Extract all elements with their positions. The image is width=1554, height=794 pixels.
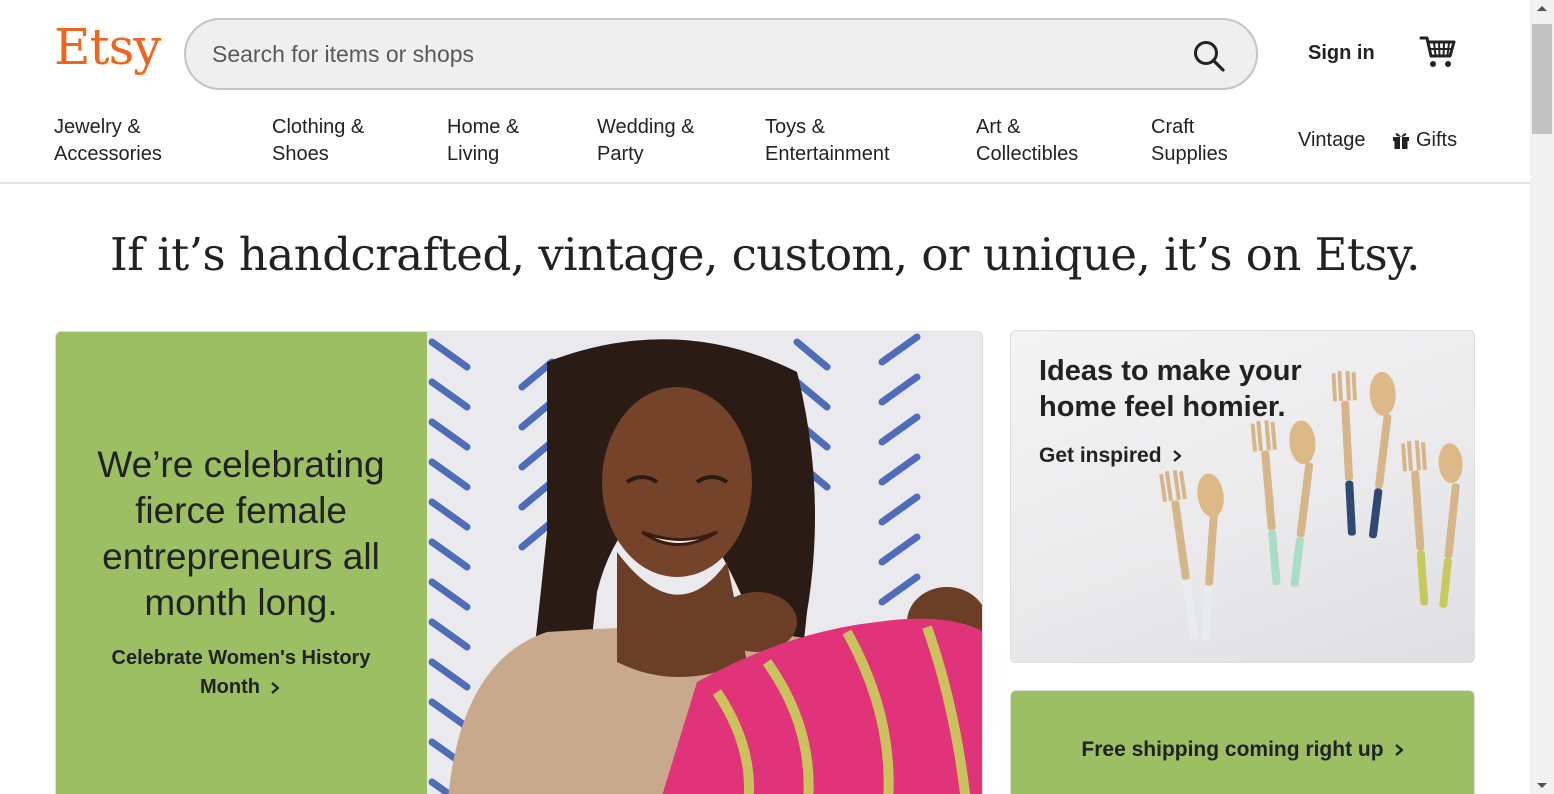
promo-photo bbox=[427, 332, 982, 794]
arrow-down-icon bbox=[1537, 783, 1547, 788]
chevron-right-icon bbox=[271, 681, 280, 694]
page: Etsy Sign in Jewelry & Accessories Cloth… bbox=[0, 0, 1530, 794]
hero-headline: If it’s handcrafted, vintage, custom, or… bbox=[110, 228, 1420, 281]
nav-art-collectibles[interactable]: Art & Collectibles bbox=[976, 114, 1078, 168]
promo-link-label: Celebrate Women's History Month bbox=[111, 647, 371, 698]
nav-wedding-party[interactable]: Wedding & Party bbox=[597, 114, 694, 168]
nav-home-living[interactable]: Home & Living bbox=[447, 114, 519, 168]
cart-icon bbox=[1419, 36, 1456, 67]
chevron-right-icon bbox=[1394, 744, 1403, 757]
search-icon bbox=[1194, 41, 1225, 72]
search-input[interactable] bbox=[212, 20, 1172, 88]
scroll-down-button[interactable] bbox=[1530, 776, 1554, 794]
womens-history-promo-card[interactable]: We’re celebrating fierce female entrepre… bbox=[55, 331, 983, 794]
category-nav: Jewelry & Accessories Clothing & Shoes H… bbox=[0, 110, 1530, 184]
free-shipping-label: Free shipping coming right up bbox=[1081, 738, 1384, 761]
free-shipping-card[interactable]: Free shipping coming right up bbox=[1010, 690, 1475, 794]
nav-clothing-shoes[interactable]: Clothing & Shoes bbox=[272, 114, 364, 168]
scroll-thumb[interactable] bbox=[1532, 24, 1552, 134]
nav-toys-entertainment[interactable]: Toys & Entertainment bbox=[765, 114, 890, 168]
etsy-logo[interactable]: Etsy bbox=[54, 22, 161, 72]
sign-in-link[interactable]: Sign in bbox=[1308, 42, 1375, 65]
nav-craft-supplies[interactable]: Craft Supplies bbox=[1151, 114, 1228, 168]
gift-icon bbox=[1391, 130, 1411, 150]
search-button[interactable] bbox=[1192, 39, 1226, 73]
wooden-utensils-image bbox=[1141, 370, 1474, 662]
nav-gifts[interactable]: Gifts bbox=[1416, 127, 1457, 154]
nav-vintage[interactable]: Vintage bbox=[1298, 127, 1365, 154]
vertical-scrollbar[interactable] bbox=[1530, 0, 1554, 794]
nav-jewelry-accessories[interactable]: Jewelry & Accessories bbox=[54, 114, 162, 168]
home-ideas-card[interactable]: Ideas to make your home feel homier. Get… bbox=[1010, 330, 1475, 663]
arrow-up-icon bbox=[1537, 6, 1547, 11]
cart-button[interactable] bbox=[1419, 34, 1457, 70]
promo-link[interactable]: Celebrate Women's History Month bbox=[86, 644, 396, 702]
free-shipping-link[interactable]: Free shipping coming right up bbox=[1011, 738, 1476, 762]
promo-title: We’re celebrating fierce female entrepre… bbox=[97, 444, 385, 623]
scroll-up-button[interactable] bbox=[1530, 0, 1554, 18]
search-bar bbox=[184, 18, 1258, 90]
promo-text-panel: We’re celebrating fierce female entrepre… bbox=[56, 332, 427, 794]
